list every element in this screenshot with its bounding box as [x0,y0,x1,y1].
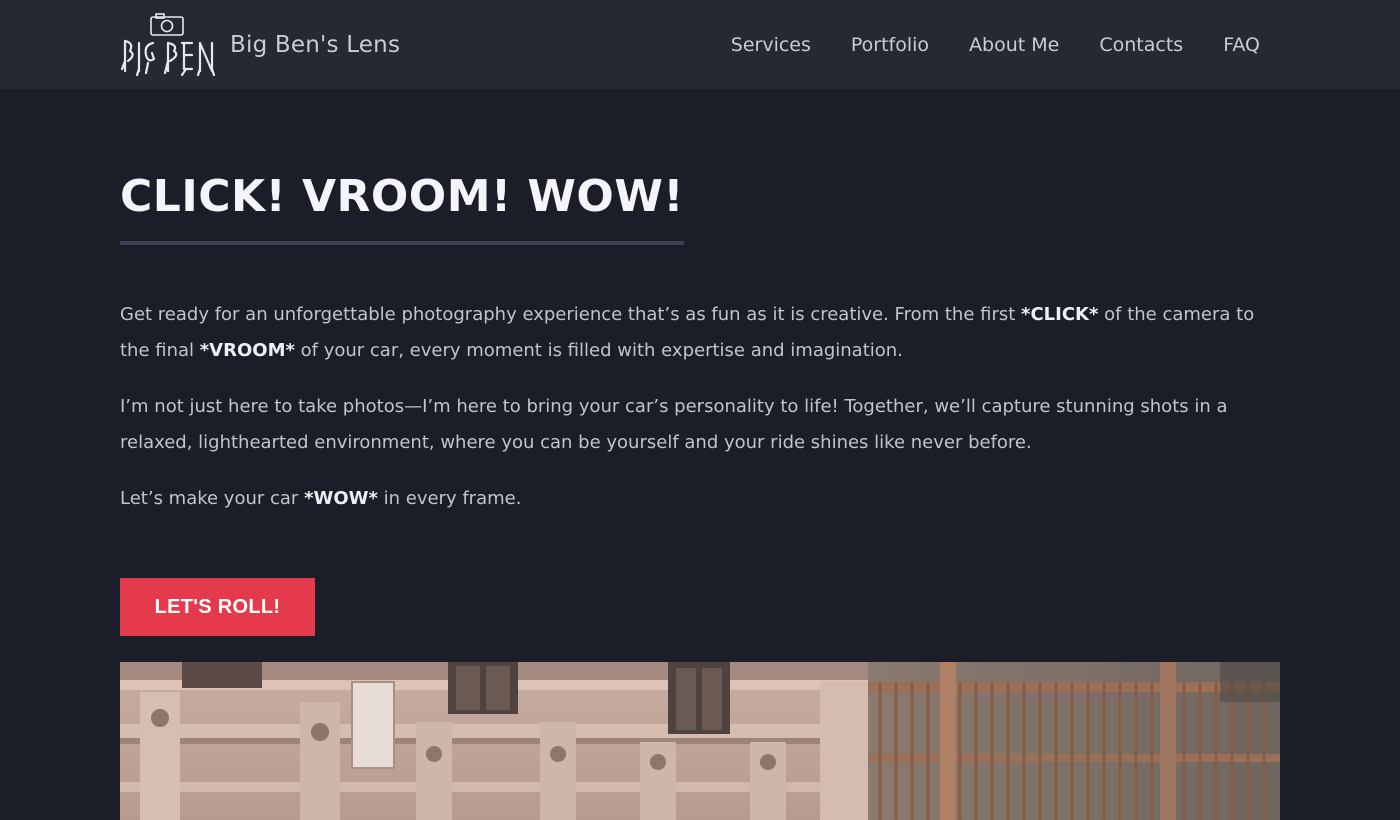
intro-paragraph: Get ready for an unforgettable photograp… [120,304,1255,362]
hero-text: Get ready for an unforgettable photograp… [120,297,1280,517]
personality-paragraph: I’m not just here to take photos—I’m her… [120,396,1228,454]
brand-logo[interactable] [120,12,216,77]
site-header: Big Ben's Lens Services Portfolio About … [0,0,1400,89]
hero-photo [120,662,1280,820]
wow-paragraph: Let’s make your car *WOW* in every frame… [120,488,522,510]
wow-emphasis: *WOW* [304,488,378,510]
nav-contacts[interactable]: Contacts [1099,34,1183,56]
camera-icon [150,12,184,36]
lets-roll-button[interactable]: LET'S ROLL! [120,578,315,637]
main-content: CLICK! VROOM! WOW! Get ready for an unfo… [0,89,1400,637]
nav-services[interactable]: Services [731,34,811,56]
nav-portfolio[interactable]: Portfolio [851,34,929,56]
brand-name[interactable]: Big Ben's Lens [230,32,400,58]
brand[interactable]: Big Ben's Lens [120,12,400,77]
vroom-emphasis: *VROOM* [199,340,295,362]
main-nav: Services Portfolio About Me Contacts FAQ [731,34,1260,56]
nav-faq[interactable]: FAQ [1223,34,1260,56]
nav-about-me[interactable]: About Me [969,34,1059,56]
click-emphasis: *CLICK* [1021,304,1099,326]
hero-title: CLICK! VROOM! WOW! [120,172,684,246]
